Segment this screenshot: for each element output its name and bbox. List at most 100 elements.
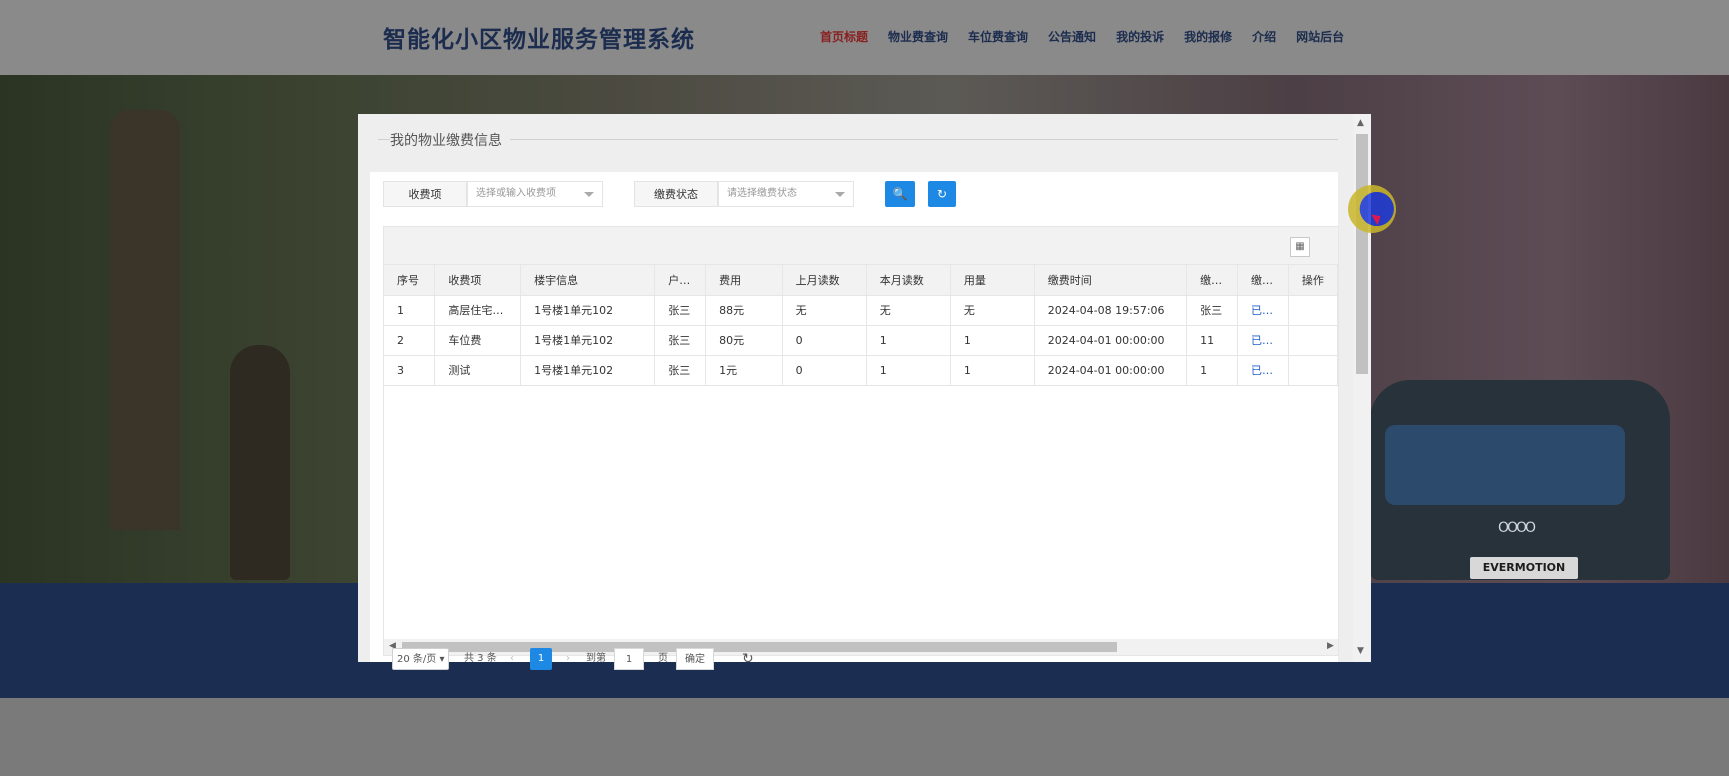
nav-admin[interactable]: 网站后台	[1296, 28, 1344, 45]
col-header[interactable]: 缴费时间	[1034, 265, 1188, 296]
table-toolbar: ▦	[384, 227, 1338, 265]
refresh-button[interactable]: ↻	[928, 181, 956, 207]
next-page-icon[interactable]: ›	[566, 648, 570, 670]
refresh-icon: ↻	[936, 187, 948, 201]
col-header[interactable]: 操作	[1288, 265, 1338, 296]
pagination: 20 条/页 ▾ 共 3 条 ‹ 1 › 到第 1 页 确定 ↻	[392, 648, 792, 670]
car-logo: OOOO	[1498, 520, 1536, 536]
cell	[1288, 295, 1338, 326]
cell: 无	[866, 295, 951, 326]
page-size-select[interactable]: 20 条/页 ▾	[392, 648, 450, 670]
status-link[interactable]: 已…	[1237, 325, 1289, 356]
prev-page-icon[interactable]: ‹	[510, 648, 514, 670]
scroll-down-icon[interactable]: ▼	[1357, 646, 1364, 656]
nav-property-fee[interactable]: 物业费查询	[888, 28, 948, 45]
cell: 2	[384, 325, 436, 356]
cell	[1288, 325, 1338, 356]
tree-trunk	[110, 110, 180, 530]
cell: 1号楼1单元102	[520, 325, 656, 356]
col-header[interactable]: 户…	[654, 265, 707, 296]
pay-status-label: 缴费状态	[634, 181, 718, 207]
cell: 1元	[705, 355, 783, 386]
page-unit-label: 页	[658, 653, 668, 664]
cell: 1	[950, 325, 1035, 356]
current-page-button[interactable]: 1	[530, 648, 552, 670]
table-row[interactable]: 1 高层住宅… 1号楼1单元102 张三 88元 无 无 无 2024-04-0…	[384, 295, 1338, 326]
modal-title: 我的物业缴费信息	[390, 130, 510, 150]
cell: 1号楼1单元102	[520, 355, 656, 386]
fee-item-select[interactable]: 选择或输入收费项	[467, 181, 603, 207]
cell: 张三	[654, 325, 707, 356]
cell: 2024-04-08 19:57:06	[1034, 295, 1188, 326]
pay-status-select[interactable]: 请选择缴费状态	[718, 181, 854, 207]
cell: 张三	[654, 295, 707, 326]
col-header[interactable]: 楼宇信息	[520, 265, 656, 296]
scroll-up-icon[interactable]: ▲	[1357, 118, 1364, 128]
fee-item-label: 收费项	[383, 181, 467, 207]
cell: 0	[782, 325, 867, 356]
nav-about[interactable]: 介绍	[1252, 28, 1276, 45]
bottom-area	[0, 698, 1729, 776]
car-window	[1385, 425, 1625, 505]
columns-filter-icon[interactable]: ▦	[1290, 237, 1310, 257]
cell: 11	[1186, 325, 1239, 356]
col-header[interactable]: 收费项	[434, 265, 522, 296]
nav-repairs[interactable]: 我的报修	[1184, 28, 1232, 45]
cell: 3	[384, 355, 436, 386]
cell: 张三	[1186, 295, 1239, 326]
cell: 车位费	[434, 325, 522, 356]
cursor-highlight	[1348, 185, 1396, 233]
fee-table: 序号 收费项 楼宇信息 户… 费用 上月读数 本月读数 用量 缴费时间 缴… 缴…	[384, 265, 1338, 386]
status-link[interactable]: 已…	[1237, 355, 1289, 386]
status-link[interactable]: 已…	[1237, 295, 1289, 326]
chevron-down-icon	[835, 192, 845, 197]
fee-item-placeholder: 选择或输入收费项	[476, 188, 556, 199]
col-header[interactable]: 用量	[950, 265, 1035, 296]
cell: 无	[950, 295, 1035, 326]
cell: 0	[782, 355, 867, 386]
confirm-button[interactable]: 确定	[676, 648, 714, 670]
table-header-row: 序号 收费项 楼宇信息 户… 费用 上月读数 本月读数 用量 缴费时间 缴… 缴…	[384, 265, 1338, 296]
refresh-icon[interactable]: ↻	[742, 648, 754, 670]
nav-complaints[interactable]: 我的投诉	[1116, 28, 1164, 45]
page-size-value: 20 条/页	[397, 654, 437, 665]
col-header[interactable]: 上月读数	[782, 265, 867, 296]
cell: 张三	[654, 355, 707, 386]
cell: 1	[950, 355, 1035, 386]
cell: 测试	[434, 355, 522, 386]
col-header[interactable]: 缴…	[1186, 265, 1239, 296]
cell: 2024-04-01 00:00:00	[1034, 355, 1188, 386]
site-title: 智能化小区物业服务管理系统	[383, 27, 695, 53]
col-header[interactable]: 缴…	[1237, 265, 1289, 296]
cell: 1	[866, 325, 951, 356]
col-header[interactable]: 费用	[705, 265, 783, 296]
scroll-right-icon[interactable]: ▶	[1327, 641, 1334, 651]
goto-page-input[interactable]: 1	[614, 648, 644, 670]
search-icon: 🔍	[892, 187, 908, 201]
panel-content: 收费项 选择或输入收费项 缴费状态 请选择缴费状态 🔍 ↻ ▦ 序号 收费项 楼…	[383, 172, 1339, 662]
cell: 高层住宅…	[434, 295, 522, 326]
car-plate: EVERMOTION	[1470, 557, 1578, 579]
table-row[interactable]: 2 车位费 1号楼1单元102 张三 80元 0 1 1 2024-04-01 …	[384, 325, 1338, 356]
chevron-down-icon	[584, 192, 594, 197]
cell: 1	[866, 355, 951, 386]
search-button[interactable]: 🔍	[885, 181, 915, 207]
col-header[interactable]: 序号	[384, 265, 436, 296]
nav-home[interactable]: 首页标题	[820, 28, 868, 45]
cell: 1	[1186, 355, 1239, 386]
col-header[interactable]: 本月读数	[866, 265, 951, 296]
vertical-scroll-thumb[interactable]	[1356, 134, 1368, 374]
pay-status-placeholder: 请选择缴费状态	[727, 188, 797, 199]
cell: 1	[384, 295, 436, 326]
cell: 2024-04-01 00:00:00	[1034, 325, 1188, 356]
title-divider	[378, 139, 1338, 140]
top-header: 智能化小区物业服务管理系统 首页标题 物业费查询 车位费查询 公告通知 我的投诉…	[0, 0, 1729, 75]
cell: 无	[782, 295, 867, 326]
nav-parking-fee[interactable]: 车位费查询	[968, 28, 1028, 45]
goto-label: 到第	[586, 653, 606, 664]
nav-notices[interactable]: 公告通知	[1048, 28, 1096, 45]
total-count: 共 3 条	[464, 653, 497, 664]
cell	[1288, 355, 1338, 386]
main-nav: 首页标题 物业费查询 车位费查询 公告通知 我的投诉 我的报修 介绍 网站后台	[820, 28, 1364, 45]
table-row[interactable]: 3 测试 1号楼1单元102 张三 1元 0 1 1 2024-04-01 00…	[384, 355, 1338, 386]
